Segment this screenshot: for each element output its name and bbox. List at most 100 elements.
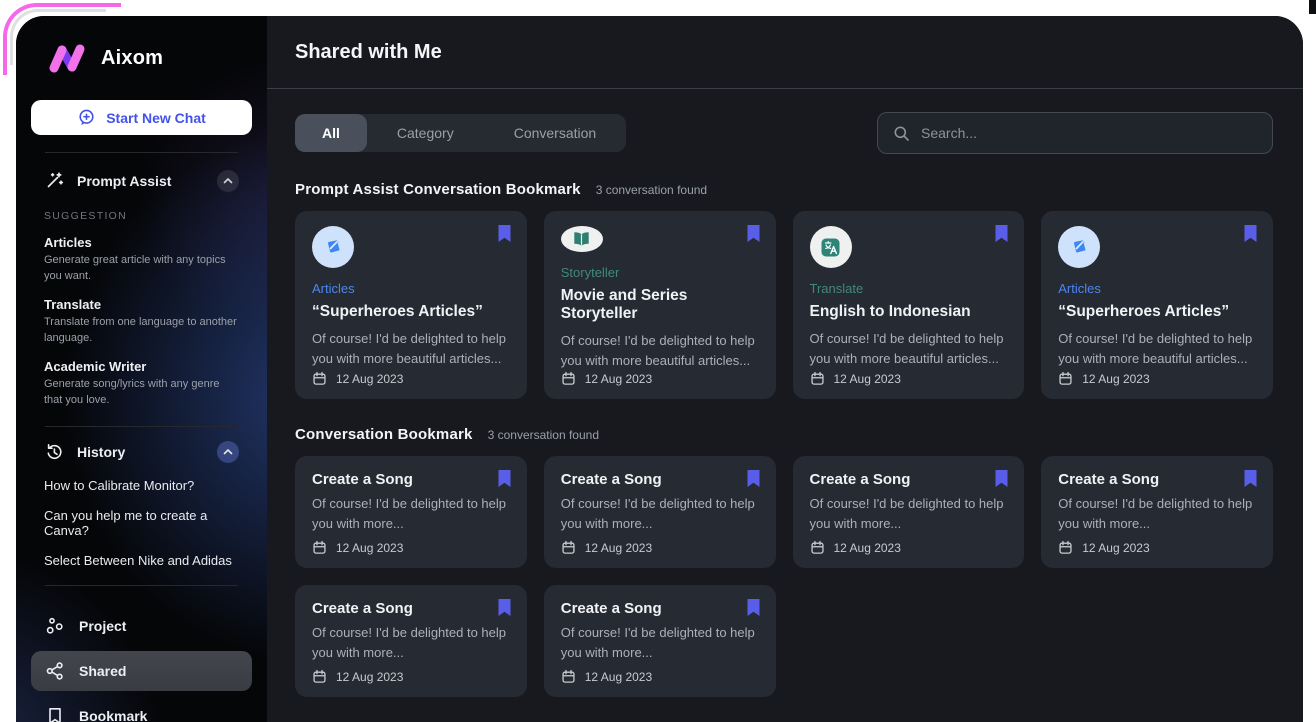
history-item[interactable]: How to Calibrate Monitor? bbox=[44, 478, 239, 493]
app-window: Aixom Start New Chat bbox=[16, 16, 1303, 722]
suggestion-item-articles[interactable]: Articles Generate great article with any… bbox=[44, 235, 239, 284]
sidebar-item-label: Bookmark bbox=[79, 708, 147, 722]
section-header: Conversation Bookmark 3 conversation fou… bbox=[295, 426, 1273, 443]
start-new-chat-button[interactable]: Start New Chat bbox=[31, 100, 252, 135]
category-icon bbox=[1058, 226, 1100, 268]
section-count: 3 conversation found bbox=[488, 428, 599, 442]
sidebar-item-bookmark[interactable]: Bookmark bbox=[31, 696, 252, 722]
card-title: “Superheroes Articles” bbox=[1058, 303, 1256, 321]
prompt-assist-row[interactable]: Prompt Assist bbox=[31, 170, 252, 192]
bookmark-ribbon-icon[interactable] bbox=[1243, 224, 1258, 248]
suggestion-item-academic-writer[interactable]: Academic Writer Generate song/lyrics wit… bbox=[44, 359, 239, 408]
card-title: Create a Song bbox=[561, 600, 759, 617]
card-date-row: 12 Aug 2023 bbox=[1058, 540, 1256, 555]
frame-accent-arc bbox=[3, 3, 121, 75]
main-panel: Shared with Me All Category Conversation bbox=[267, 16, 1303, 722]
calendar-icon bbox=[561, 669, 576, 684]
card-category[interactable]: Storyteller bbox=[561, 265, 759, 280]
bookmark-ribbon-icon[interactable] bbox=[994, 224, 1009, 248]
share-nodes-icon bbox=[45, 661, 65, 681]
section-title: Prompt Assist Conversation Bookmark bbox=[295, 181, 581, 198]
bookmark-card[interactable]: Translate English to Indonesian Of cours… bbox=[793, 211, 1025, 399]
bookmark-card[interactable]: Create a Song Of course! I'd be delighte… bbox=[1041, 456, 1273, 568]
suggestion-header: SUGGESTION bbox=[44, 210, 239, 222]
page-header: Shared with Me bbox=[267, 16, 1303, 89]
card-title: Create a Song bbox=[312, 600, 510, 617]
card-title: Create a Song bbox=[810, 471, 1008, 488]
calendar-icon bbox=[810, 540, 825, 555]
card-date-row: 12 Aug 2023 bbox=[810, 540, 1008, 555]
search-input[interactable] bbox=[921, 125, 1257, 141]
category-icon bbox=[810, 226, 852, 268]
bookmark-ribbon-icon[interactable] bbox=[497, 469, 512, 493]
divider bbox=[45, 585, 238, 586]
card-date-row: 12 Aug 2023 bbox=[1058, 371, 1256, 386]
sidebar-item-shared[interactable]: Shared bbox=[31, 651, 252, 691]
bookmark-ribbon-icon[interactable] bbox=[746, 469, 761, 493]
sidebar-nav: Project Shared bbox=[31, 601, 252, 722]
bookmark-card[interactable]: Articles “Superheroes Articles” Of cours… bbox=[1041, 211, 1273, 399]
bookmark-card[interactable]: Create a Song Of course! I'd be delighte… bbox=[544, 456, 776, 568]
card-date: 12 Aug 2023 bbox=[1082, 541, 1149, 555]
card-date: 12 Aug 2023 bbox=[1082, 372, 1149, 386]
bookmark-card[interactable]: Create a Song Of course! I'd be delighte… bbox=[793, 456, 1025, 568]
project-icon bbox=[45, 616, 65, 636]
card-title: “Superheroes Articles” bbox=[312, 303, 510, 321]
card-description: Of course! I'd be delighted to help you … bbox=[1058, 329, 1256, 369]
section-title: Conversation Bookmark bbox=[295, 426, 473, 443]
history-item[interactable]: Select Between Nike and Adidas bbox=[44, 553, 239, 568]
card-title: Create a Song bbox=[1058, 471, 1256, 488]
calendar-icon bbox=[312, 669, 327, 684]
card-description: Of course! I'd be delighted to help you … bbox=[810, 494, 1008, 534]
card-description: Of course! I'd be delighted to help you … bbox=[810, 329, 1008, 369]
bookmark-card[interactable]: Create a Song Of course! I'd be delighte… bbox=[544, 585, 776, 697]
history-collapse-button[interactable] bbox=[217, 441, 239, 463]
suggestion-item-translate[interactable]: Translate Translate from one language to… bbox=[44, 297, 239, 346]
sidebar-item-project[interactable]: Project bbox=[31, 606, 252, 646]
translate-icon bbox=[819, 236, 842, 259]
bookmark-ribbon-icon[interactable] bbox=[497, 598, 512, 622]
bookmark-ribbon-icon[interactable] bbox=[746, 224, 761, 248]
card-date-row: 12 Aug 2023 bbox=[312, 540, 510, 555]
bookmark-ribbon-icon[interactable] bbox=[497, 224, 512, 248]
card-description: Of course! I'd be delighted to help you … bbox=[312, 623, 510, 663]
section-header: Prompt Assist Conversation Bookmark 3 co… bbox=[295, 181, 1273, 198]
article-note-icon bbox=[322, 236, 345, 259]
suggestion-desc: Generate great article with any topics y… bbox=[44, 253, 239, 284]
bookmark-ribbon-icon[interactable] bbox=[994, 469, 1009, 493]
calendar-icon bbox=[1058, 540, 1073, 555]
suggestion-title: Translate bbox=[44, 297, 239, 312]
card-category[interactable]: Articles bbox=[1058, 281, 1256, 296]
card-date: 12 Aug 2023 bbox=[336, 670, 403, 684]
suggestion-title: Academic Writer bbox=[44, 359, 239, 374]
toolbar: All Category Conversation bbox=[295, 112, 1273, 154]
card-date: 12 Aug 2023 bbox=[585, 541, 652, 555]
bookmark-card[interactable]: Articles “Superheroes Articles” Of cours… bbox=[295, 211, 527, 399]
history-row[interactable]: History bbox=[31, 441, 252, 463]
history-label: History bbox=[77, 444, 204, 460]
card-category[interactable]: Articles bbox=[312, 281, 510, 296]
category-icon bbox=[312, 226, 354, 268]
sidebar-item-label: Shared bbox=[79, 663, 126, 679]
bookmark-card[interactable]: Create a Song Of course! I'd be delighte… bbox=[295, 456, 527, 568]
open-book-icon bbox=[570, 228, 593, 251]
bookmark-ribbon-icon[interactable] bbox=[746, 598, 761, 622]
prompt-assist-label: Prompt Assist bbox=[77, 173, 204, 189]
tab-all[interactable]: All bbox=[295, 114, 367, 152]
card-description: Of course! I'd be delighted to help you … bbox=[561, 494, 759, 534]
bookmark-card[interactable]: Storyteller Movie and Series Storyteller… bbox=[544, 211, 776, 399]
card-category[interactable]: Translate bbox=[810, 281, 1008, 296]
bookmark-card[interactable]: Create a Song Of course! I'd be delighte… bbox=[295, 585, 527, 697]
search-box[interactable] bbox=[877, 112, 1273, 154]
calendar-icon bbox=[1058, 371, 1073, 386]
tab-conversation[interactable]: Conversation bbox=[484, 114, 627, 152]
card-title: Create a Song bbox=[561, 471, 759, 488]
tab-category[interactable]: Category bbox=[367, 114, 484, 152]
calendar-icon bbox=[561, 371, 576, 386]
card-date: 12 Aug 2023 bbox=[336, 372, 403, 386]
suggestion-desc: Generate song/lyrics with any genre that… bbox=[44, 377, 239, 408]
suggestion-title: Articles bbox=[44, 235, 239, 250]
history-item[interactable]: Can you help me to create a Canva? bbox=[44, 508, 239, 538]
prompt-assist-collapse-button[interactable] bbox=[217, 170, 239, 192]
bookmark-ribbon-icon[interactable] bbox=[1243, 469, 1258, 493]
